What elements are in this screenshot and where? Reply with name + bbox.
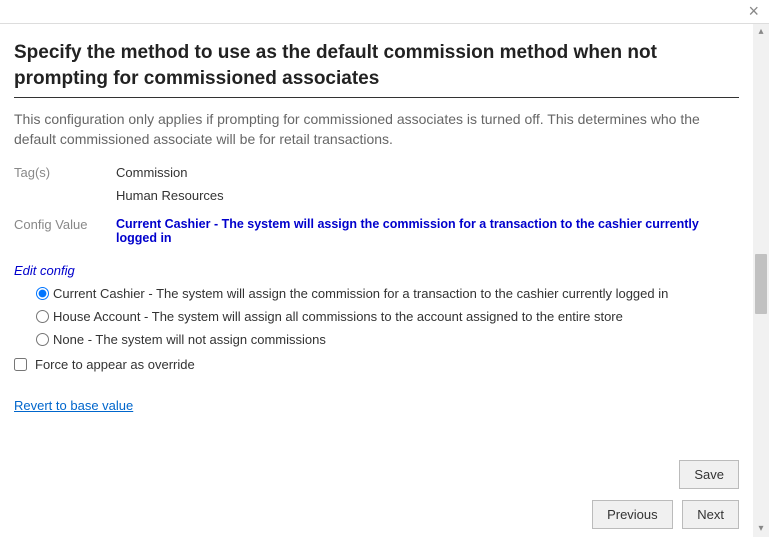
page-title: Specify the method to use as the default… xyxy=(14,40,739,98)
scroll-up-icon[interactable]: ▴ xyxy=(753,24,769,40)
radio-input[interactable] xyxy=(36,333,49,346)
radio-group: Current Cashier - The system will assign… xyxy=(14,286,739,347)
edit-config-header: Edit config xyxy=(14,263,739,278)
radio-input[interactable] xyxy=(36,287,49,300)
radio-option-none[interactable]: None - The system will not assign commis… xyxy=(36,332,739,347)
radio-option-current-cashier[interactable]: Current Cashier - The system will assign… xyxy=(36,286,739,301)
radio-option-house-account[interactable]: House Account - The system will assign a… xyxy=(36,309,739,324)
force-override-checkbox[interactable] xyxy=(14,358,27,371)
nav-row: Previous Next xyxy=(586,500,739,529)
save-button[interactable]: Save xyxy=(679,460,739,489)
config-value-row: Config Value Current Cashier - The syste… xyxy=(14,217,739,245)
tags-row: Tag(s) Commission Human Resources xyxy=(14,165,739,211)
scrollbar[interactable]: ▴ ▾ xyxy=(753,24,769,537)
radio-input[interactable] xyxy=(36,310,49,323)
scroll-down-icon[interactable]: ▾ xyxy=(753,521,769,537)
radio-label: House Account - The system will assign a… xyxy=(53,309,623,324)
revert-link[interactable]: Revert to base value xyxy=(14,398,133,413)
tags-list: Commission Human Resources xyxy=(116,165,224,211)
tag-item: Commission xyxy=(116,165,224,180)
force-override-label: Force to appear as override xyxy=(35,357,195,372)
close-icon[interactable]: × xyxy=(748,2,759,20)
save-row: Save xyxy=(679,460,739,489)
tags-label: Tag(s) xyxy=(14,165,116,180)
tag-item: Human Resources xyxy=(116,188,224,203)
previous-button[interactable]: Previous xyxy=(592,500,673,529)
dialog-content: Specify the method to use as the default… xyxy=(0,24,753,537)
force-override-checkbox-row[interactable]: Force to appear as override xyxy=(14,357,739,372)
radio-label: Current Cashier - The system will assign… xyxy=(53,286,668,301)
description-text: This configuration only applies if promp… xyxy=(14,110,739,149)
dialog-top-bar: × xyxy=(0,0,769,24)
radio-label: None - The system will not assign commis… xyxy=(53,332,326,347)
config-value-label: Config Value xyxy=(14,217,116,232)
scroll-thumb[interactable] xyxy=(755,254,767,314)
next-button[interactable]: Next xyxy=(682,500,739,529)
config-value: Current Cashier - The system will assign… xyxy=(116,217,739,245)
